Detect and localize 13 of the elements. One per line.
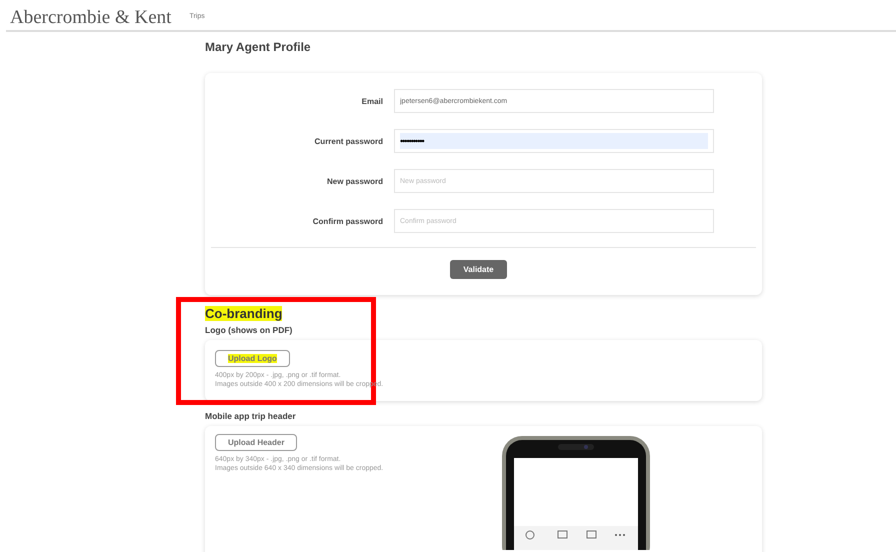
field-label: Current password — [314, 136, 384, 146]
section-heading: Co-branding — [205, 306, 282, 321]
brand-logo-text[interactable]: Abercrombie & Kent — [10, 8, 172, 28]
upload-button[interactable]: Upload Header — [215, 434, 298, 451]
validate-button[interactable]: Validate — [450, 260, 507, 279]
field-label: Confirm password — [312, 216, 384, 226]
input-field[interactable]: ••••••••••• — [394, 129, 714, 153]
section-label: Logo (shows on PDF) — [205, 325, 294, 335]
field-label: New password — [326, 176, 384, 186]
field-label: Email — [360, 96, 384, 106]
upload-button[interactable]: Upload Logo — [215, 350, 290, 367]
section-label: Mobile app trip header — [205, 411, 297, 421]
page-title: Mary Agent Profile — [205, 40, 312, 54]
